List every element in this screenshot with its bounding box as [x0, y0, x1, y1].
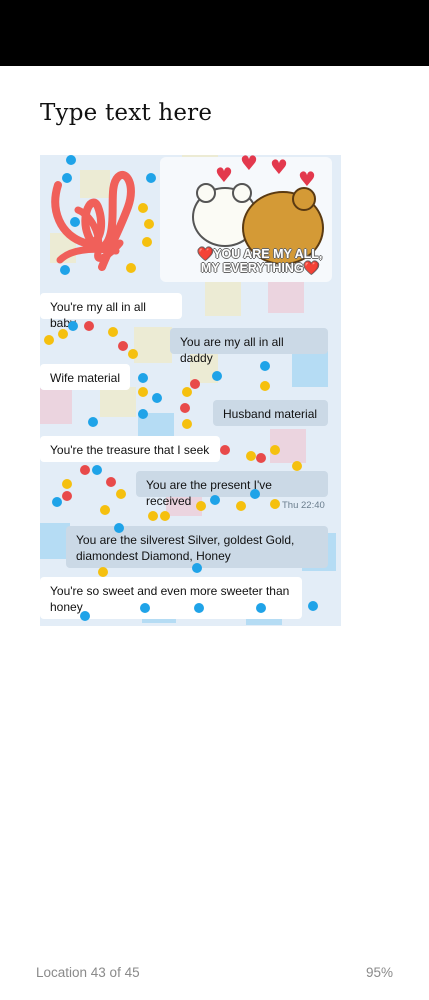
- confetti-dot: [182, 419, 192, 429]
- confetti-dot: [250, 489, 260, 499]
- confetti-square: [40, 388, 72, 424]
- message-timestamp: Thu 22:40: [282, 500, 325, 511]
- heart-icon: ♥: [240, 155, 258, 175]
- confetti-dot: [118, 341, 128, 351]
- confetti-dot: [142, 237, 152, 247]
- confetti-dot: [44, 335, 54, 345]
- confetti-dot: [80, 465, 90, 475]
- confetti-dot: [196, 501, 206, 511]
- confetti-dot: [210, 495, 220, 505]
- confetti-dot: [70, 217, 80, 227]
- confetti-dot: [114, 523, 124, 533]
- confetti-dot: [146, 173, 156, 183]
- confetti-dot: [308, 601, 318, 611]
- confetti-dot: [180, 403, 190, 413]
- confetti-dot: [60, 265, 70, 275]
- incoming-message: You're the treasure that I seek: [40, 436, 220, 462]
- outgoing-message: You are the silverest Silver, goldest Go…: [66, 526, 328, 568]
- confetti-square: [134, 327, 172, 363]
- confetti-dot: [212, 371, 222, 381]
- confetti-dot: [106, 477, 116, 487]
- incoming-message: Wife material: [40, 364, 130, 390]
- confetti-dot: [246, 451, 256, 461]
- confetti-dot: [98, 567, 108, 577]
- confetti-dot: [100, 505, 110, 515]
- confetti-dot: [58, 329, 68, 339]
- heart-icon: ♥: [215, 163, 233, 187]
- outgoing-message: You are my all in all daddy: [170, 328, 328, 365]
- sticker-caption-line: ❤️YOU ARE MY ALL,: [197, 247, 323, 261]
- confetti-dot: [62, 173, 72, 183]
- confetti-dot: [126, 263, 136, 273]
- outgoing-message: Husband material: [213, 400, 328, 426]
- confetti-dot: [92, 465, 102, 475]
- confetti-dot: [140, 603, 150, 613]
- confetti-dot: [270, 499, 280, 509]
- confetti-dot: [192, 563, 202, 573]
- confetti-dot: [292, 461, 302, 471]
- confetti-dot: [138, 387, 148, 397]
- confetti-square: [100, 387, 136, 417]
- heart-icon: ♥: [270, 155, 288, 179]
- sticker-caption: ❤️YOU ARE MY ALL, MY EVERYTHING❤️: [180, 247, 340, 275]
- confetti-dot: [190, 379, 200, 389]
- reading-location: Location 43 of 45: [36, 965, 140, 980]
- confetti-dot: [138, 203, 148, 213]
- scribble-drawing: [51, 171, 135, 271]
- confetti-dot: [68, 321, 78, 331]
- confetti-dot: [236, 501, 246, 511]
- confetti-dot: [84, 321, 94, 331]
- confetti-dot: [182, 387, 192, 397]
- sticker-caption-line: MY EVERYTHING❤️: [200, 261, 320, 275]
- confetti-dot: [138, 409, 148, 419]
- confetti-dot: [52, 497, 62, 507]
- confetti-dot: [62, 479, 72, 489]
- confetti-dot: [260, 361, 270, 371]
- confetti-dot: [256, 603, 266, 613]
- confetti-dot: [220, 445, 230, 455]
- confetti-square: [205, 280, 241, 316]
- heart-icon: ♥: [298, 167, 316, 191]
- confetti-dot: [256, 453, 266, 463]
- outgoing-message: You are the present I've received: [136, 471, 328, 508]
- confetti-dot: [88, 417, 98, 427]
- confetti-dot: [116, 489, 126, 499]
- confetti-square: [292, 351, 328, 387]
- reading-progress-percent: 95%: [365, 965, 393, 980]
- status-bar: [0, 0, 429, 66]
- confetti-dot: [148, 511, 158, 521]
- incoming-message: You're my all in all baby: [40, 293, 182, 330]
- confetti-dot: [260, 381, 270, 391]
- confetti-dot: [270, 445, 280, 455]
- confetti-dot: [160, 511, 170, 521]
- confetti-dot: [108, 327, 118, 337]
- chat-screenshot-image: ♥ ♥ ♥ ♥ ❤️YOU ARE MY ALL, MY EVERYTHING❤…: [40, 155, 341, 626]
- confetti-dot: [138, 373, 148, 383]
- confetti-dot: [62, 491, 72, 501]
- confetti-dot: [128, 349, 138, 359]
- confetti-dot: [152, 393, 162, 403]
- confetti-dot: [66, 155, 76, 165]
- confetti-dot: [194, 603, 204, 613]
- confetti-square: [268, 277, 304, 313]
- confetti-dot: [144, 219, 154, 229]
- page-title: Type text here: [40, 100, 213, 126]
- confetti-dot: [80, 611, 90, 621]
